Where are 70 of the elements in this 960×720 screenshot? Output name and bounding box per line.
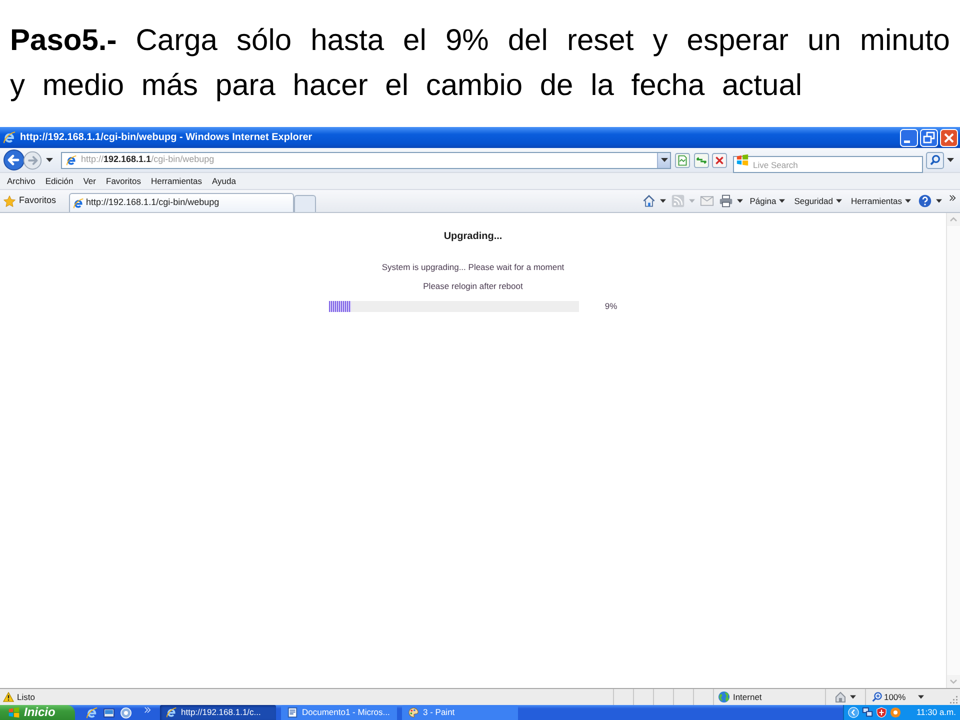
back-button[interactable] — [3, 149, 25, 171]
slide-caption: Paso5.- Carga sólo hasta el 9% del reset y esperar un minuto y medio más para hacer el cambio de la fecha actual — [10, 23, 950, 104]
address-field[interactable]: http://192.168.1.1/cgi-bin/webupg — [61, 152, 671, 168]
ring-icon[interactable] — [890, 707, 901, 718]
chevron-left-icon[interactable] — [848, 707, 859, 718]
document-icon — [287, 707, 298, 718]
search-icon[interactable] — [926, 152, 944, 168]
caret-icon[interactable] — [736, 199, 743, 203]
caret-icon[interactable] — [850, 695, 856, 699]
refresh-icon[interactable] — [694, 152, 709, 168]
home-icon[interactable] — [642, 194, 656, 208]
restore-button[interactable] — [920, 128, 938, 146]
menu-item[interactable]: Archivo — [2, 176, 40, 186]
status-message: Please relogin after reboot — [423, 280, 523, 292]
status-message: System is upgrading... Please wait for a moment — [382, 261, 564, 273]
caret-icon[interactable] — [660, 199, 666, 203]
e-logo-icon — [66, 154, 77, 166]
clock: 11:30 a.m. — [916, 706, 956, 719]
flag-logo-icon — [8, 707, 20, 718]
window-title: http://192.168.1.1/cgi-bin/webupg - Windows Internet Explorer — [20, 132, 312, 142]
caret-icon — [660, 158, 668, 162]
address-dropdown-button[interactable] — [657, 152, 670, 168]
disc-icon[interactable] — [120, 706, 132, 718]
minimize-button[interactable] — [900, 128, 918, 146]
network-icon[interactable] — [862, 707, 873, 718]
caret-icon — [779, 199, 786, 203]
palette-icon — [408, 707, 419, 718]
caret-icon — [905, 199, 911, 203]
start-button[interactable]: Inicio — [0, 705, 75, 720]
caret-icon[interactable] — [936, 199, 942, 203]
command-menu-button[interactable]: Herramientas — [848, 194, 913, 208]
stop-icon[interactable] — [712, 152, 727, 168]
menu-item[interactable]: Edición — [40, 176, 78, 186]
resize-grip-icon[interactable] — [950, 696, 958, 704]
taskbar-button[interactable]: http://192.168.1.1/c... — [160, 705, 276, 720]
help-icon[interactable] — [918, 194, 932, 208]
zoom-icon — [872, 692, 882, 702]
close-button[interactable] — [940, 128, 958, 146]
security-zone-label: Internet — [732, 690, 762, 704]
caret-icon[interactable] — [947, 158, 954, 162]
menu-item[interactable]: Herramientas — [146, 176, 207, 186]
search-field[interactable]: Live Search — [733, 156, 923, 173]
e-logo-icon — [166, 707, 177, 718]
e-logo-icon — [73, 198, 84, 208]
status-text: Listo — [17, 690, 35, 704]
star-icon — [3, 194, 16, 208]
page-heading: Upgrading... — [444, 231, 502, 243]
caret-icon — [836, 199, 842, 203]
progress-percentage: 9% — [604, 300, 618, 313]
globe-icon — [718, 691, 730, 703]
browser-tab[interactable]: http://192.168.1.1/cgi-bin/webupg — [69, 193, 294, 212]
menu-item[interactable]: Ayuda — [207, 176, 241, 186]
caret-icon[interactable] — [46, 158, 53, 162]
command-menu-button[interactable]: Página — [748, 194, 788, 208]
taskbar-button[interactable]: Documento1 - Micros... — [281, 705, 397, 720]
menu-item[interactable]: Ver — [78, 176, 101, 186]
chevron-icon[interactable] — [949, 195, 956, 201]
warning-icon — [3, 692, 14, 702]
e-logo-icon[interactable] — [86, 706, 98, 718]
caret-icon — [918, 695, 924, 699]
shield-icon[interactable] — [876, 707, 887, 718]
menu-item[interactable]: Favoritos — [101, 176, 146, 186]
flag-logo-icon — [736, 154, 749, 166]
taskbar-button[interactable]: 3 - Paint — [402, 705, 518, 720]
printer-icon[interactable] — [718, 194, 733, 208]
page-chart-icon[interactable] — [675, 152, 690, 168]
command-menu-button[interactable]: Seguridad — [792, 194, 844, 208]
e-logo-icon — [3, 131, 16, 144]
desktop-icon[interactable] — [103, 706, 115, 718]
favorites-button[interactable]: Favoritos — [3, 194, 56, 208]
